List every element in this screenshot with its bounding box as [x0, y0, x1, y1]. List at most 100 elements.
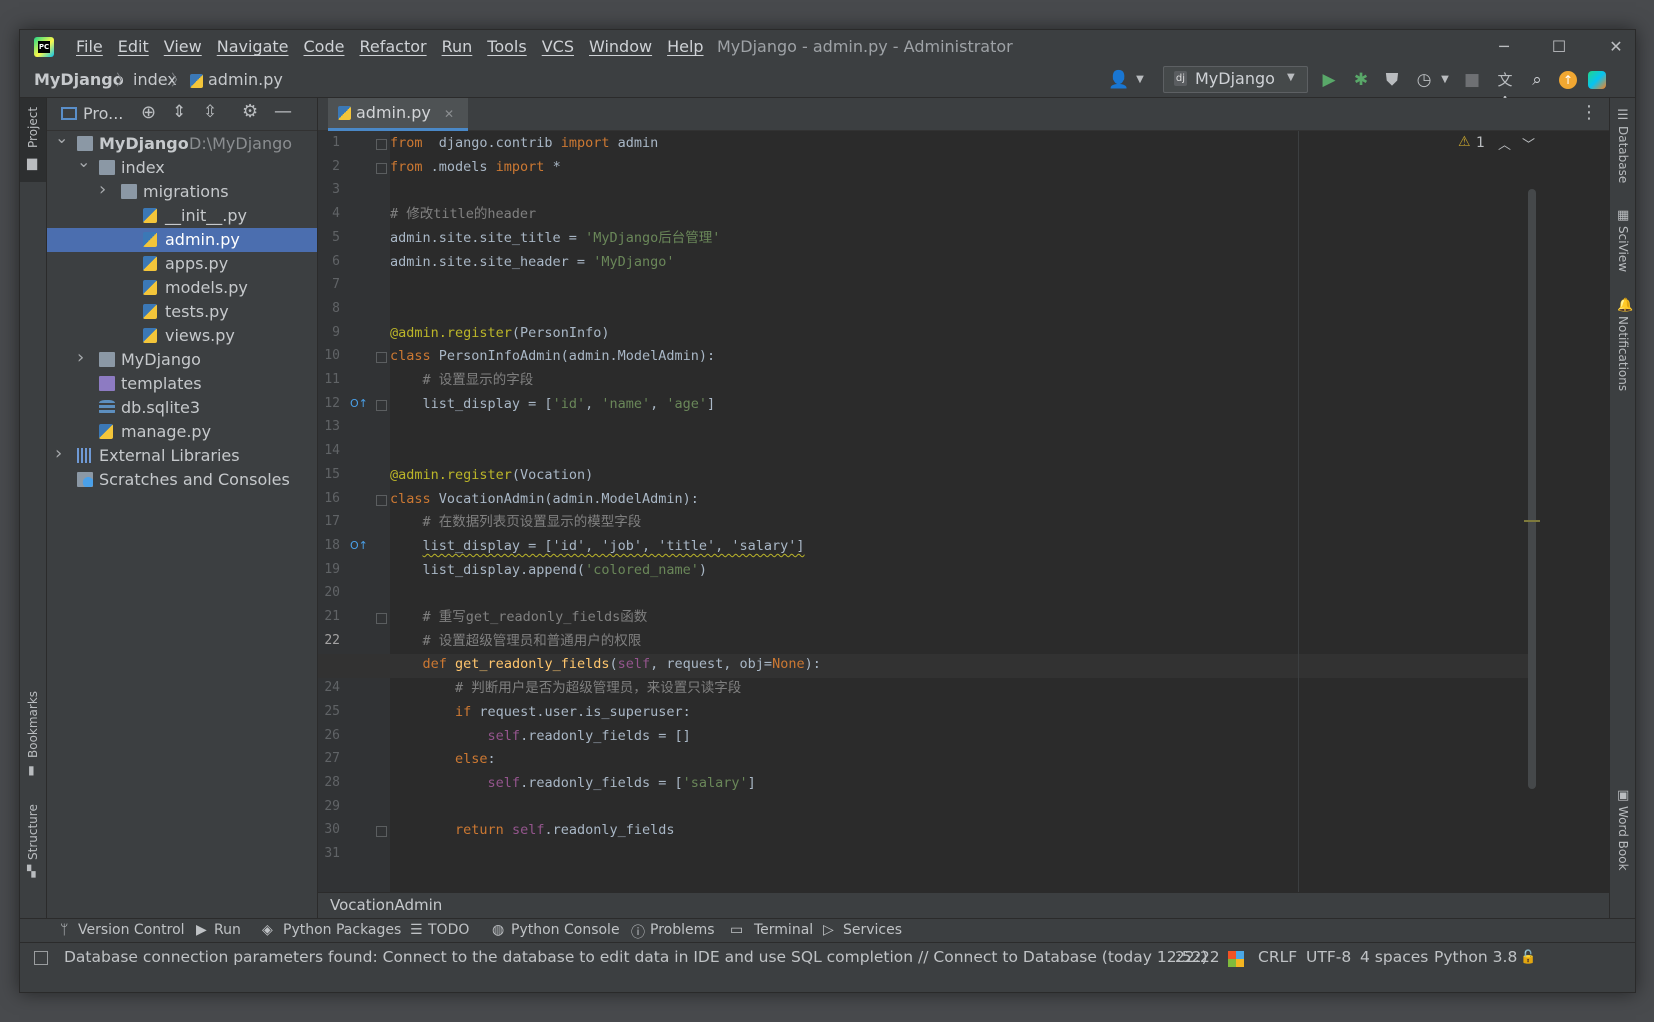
- chevron-down-icon[interactable]: ▼: [1129, 69, 1151, 91]
- user-icon[interactable]: 👤: [1108, 69, 1130, 91]
- fold-icon[interactable]: [376, 494, 387, 506]
- tool-python-packages[interactable]: Python Packages: [283, 922, 401, 938]
- line-number[interactable]: 27: [318, 751, 340, 766]
- fold-icon[interactable]: [376, 826, 387, 838]
- menu-view[interactable]: View: [164, 37, 202, 56]
- line-number[interactable]: 4: [318, 206, 340, 221]
- line-number[interactable]: 22: [318, 633, 340, 648]
- warning-icon[interactable]: ⚠: [1458, 134, 1471, 150]
- line-separator[interactable]: CRLF: [1258, 948, 1297, 966]
- line-number[interactable]: 17: [318, 514, 340, 529]
- line-number[interactable]: 29: [318, 799, 340, 814]
- code-line[interactable]: list_display = ['id', 'job', 'title', 's…: [390, 534, 805, 558]
- editor-breadcrumb[interactable]: VocationAdmin: [330, 896, 442, 914]
- editor-scrollbar[interactable]: [1528, 189, 1536, 789]
- menu-file[interactable]: File: [76, 37, 103, 56]
- expand-all-icon[interactable]: ⇕: [172, 102, 186, 122]
- line-number[interactable]: 15: [318, 467, 340, 482]
- caret-position[interactable]: 22:22: [1175, 948, 1220, 966]
- override-marker-icon[interactable]: O↑: [350, 539, 368, 552]
- menu-tools[interactable]: Tools: [487, 37, 526, 56]
- menu-help[interactable]: Help: [667, 37, 703, 56]
- code-editor[interactable]: 1 2 3 4 5 6 7 8 9 10 11 12 O↑ 13 14 15 16 17 18 O↑ 19 20 21 22 2…: [318, 131, 1609, 892]
- line-number[interactable]: 26: [318, 728, 340, 743]
- code-line[interactable]: # 设置超级管理员和普通用户的权限: [390, 629, 642, 653]
- menu-navigate[interactable]: Navigate: [217, 37, 289, 56]
- tree-item[interactable]: › MyDjango: [47, 347, 317, 372]
- stop-icon[interactable]: ■: [1461, 69, 1483, 91]
- pycharm-logo-icon[interactable]: PC: [34, 37, 54, 57]
- line-number[interactable]: 31: [318, 846, 340, 861]
- tool-run[interactable]: Run: [214, 922, 241, 938]
- chevron-right-icon[interactable]: ›: [99, 179, 106, 200]
- jetbrains-icon[interactable]: [1588, 71, 1606, 89]
- code-line[interactable]: @admin.register(PersonInfo): [390, 321, 609, 345]
- chevron-down-icon[interactable]: ⌄: [77, 152, 90, 171]
- menu-window[interactable]: Window: [589, 37, 652, 56]
- code-line[interactable]: # 设置显示的字段: [390, 368, 534, 392]
- status-message[interactable]: Database connection parameters found: Co…: [64, 948, 1208, 966]
- menu-edit[interactable]: Edit: [118, 37, 149, 56]
- tool-problems[interactable]: Problems: [650, 922, 715, 938]
- line-number[interactable]: 7: [318, 277, 340, 292]
- project-tool-tab[interactable]: Project: [26, 107, 40, 148]
- line-number[interactable]: 10: [318, 348, 340, 363]
- line-number[interactable]: 21: [318, 609, 340, 624]
- minimize-button[interactable]: ─: [1491, 35, 1517, 59]
- fold-icon[interactable]: [376, 352, 387, 364]
- toggle-tool-windows-icon[interactable]: [34, 951, 48, 965]
- tool-todo[interactable]: TODO: [428, 922, 469, 938]
- line-number[interactable]: 2: [318, 159, 340, 174]
- gear-icon[interactable]: ⚙: [242, 101, 258, 122]
- line-number[interactable]: 5: [318, 230, 340, 245]
- close-tab-icon[interactable]: ✕: [444, 107, 454, 121]
- code-line[interactable]: admin.site.site_title = 'MyDjango后台管理': [390, 226, 720, 250]
- menu-vcs[interactable]: VCS: [542, 37, 574, 56]
- code-line[interactable]: list_display = ['id', 'name', 'age']: [390, 392, 716, 416]
- menu-code[interactable]: Code: [304, 37, 345, 56]
- line-number[interactable]: 28: [318, 775, 340, 790]
- code-line[interactable]: # 重写get_readonly_fields函数: [390, 605, 648, 629]
- line-number[interactable]: 1: [318, 135, 340, 150]
- tool-version-control[interactable]: Version Control: [78, 922, 185, 938]
- tree-item[interactable]: views.py: [47, 324, 317, 348]
- line-number[interactable]: 24: [318, 680, 340, 695]
- run-configuration-select[interactable]: dj MyDjango ▼: [1163, 66, 1308, 93]
- code-line[interactable]: self.readonly_fields = ['salary']: [390, 771, 756, 795]
- code-line[interactable]: if request.user.is_superuser:: [390, 700, 691, 724]
- line-number[interactable]: 12: [318, 396, 340, 411]
- line-number[interactable]: 11: [318, 372, 340, 387]
- fold-icon[interactable]: [376, 139, 387, 150]
- next-highlight-icon[interactable]: ﹀: [1522, 134, 1535, 153]
- wordbook-tool-tab[interactable]: Word Book: [1616, 806, 1630, 871]
- bookmarks-tool-tab[interactable]: Bookmarks: [26, 691, 40, 758]
- code-line[interactable]: from .models import *: [390, 155, 561, 179]
- hide-panel-icon[interactable]: —: [274, 101, 292, 122]
- breadcrumb-file[interactable]: admin.py: [208, 70, 283, 89]
- tree-item[interactable]: __init__.py: [47, 204, 317, 228]
- more-options-icon[interactable]: ⋮: [1580, 102, 1598, 123]
- tool-services[interactable]: Services: [843, 922, 902, 938]
- chevron-right-icon[interactable]: ›: [55, 443, 62, 464]
- line-number[interactable]: 6: [318, 254, 340, 269]
- code-line[interactable]: return self.readonly_fields: [390, 818, 674, 842]
- code-line[interactable]: self.readonly_fields = []: [390, 724, 691, 748]
- tree-item[interactable]: Scratches and Consoles: [47, 468, 317, 492]
- chevron-down-icon[interactable]: ▼: [1434, 69, 1456, 91]
- project-view-select[interactable]: Pro...: [83, 104, 123, 123]
- tool-python-console[interactable]: Python Console: [511, 922, 620, 938]
- line-number[interactable]: 25: [318, 704, 340, 719]
- breadcrumb-project[interactable]: MyDjango: [34, 70, 124, 89]
- tree-item[interactable]: › External Libraries: [47, 443, 317, 468]
- code-line[interactable]: # 修改title的header: [390, 202, 536, 226]
- indent-setting[interactable]: 4 spaces: [1360, 948, 1428, 966]
- code-line[interactable]: admin.site.site_header = 'MyDjango': [390, 250, 674, 274]
- code-line[interactable]: def get_readonly_fields(self, request, o…: [390, 652, 821, 676]
- coverage-icon[interactable]: ⛊: [1381, 69, 1403, 91]
- code-line[interactable]: else:: [390, 747, 496, 771]
- code-line[interactable]: list_display.append('colored_name'): [390, 558, 708, 582]
- line-number[interactable]: 20: [318, 585, 340, 600]
- line-number[interactable]: 9: [318, 325, 340, 340]
- maximize-button[interactable]: ☐: [1546, 35, 1572, 59]
- tree-item[interactable]: admin.py: [47, 228, 317, 252]
